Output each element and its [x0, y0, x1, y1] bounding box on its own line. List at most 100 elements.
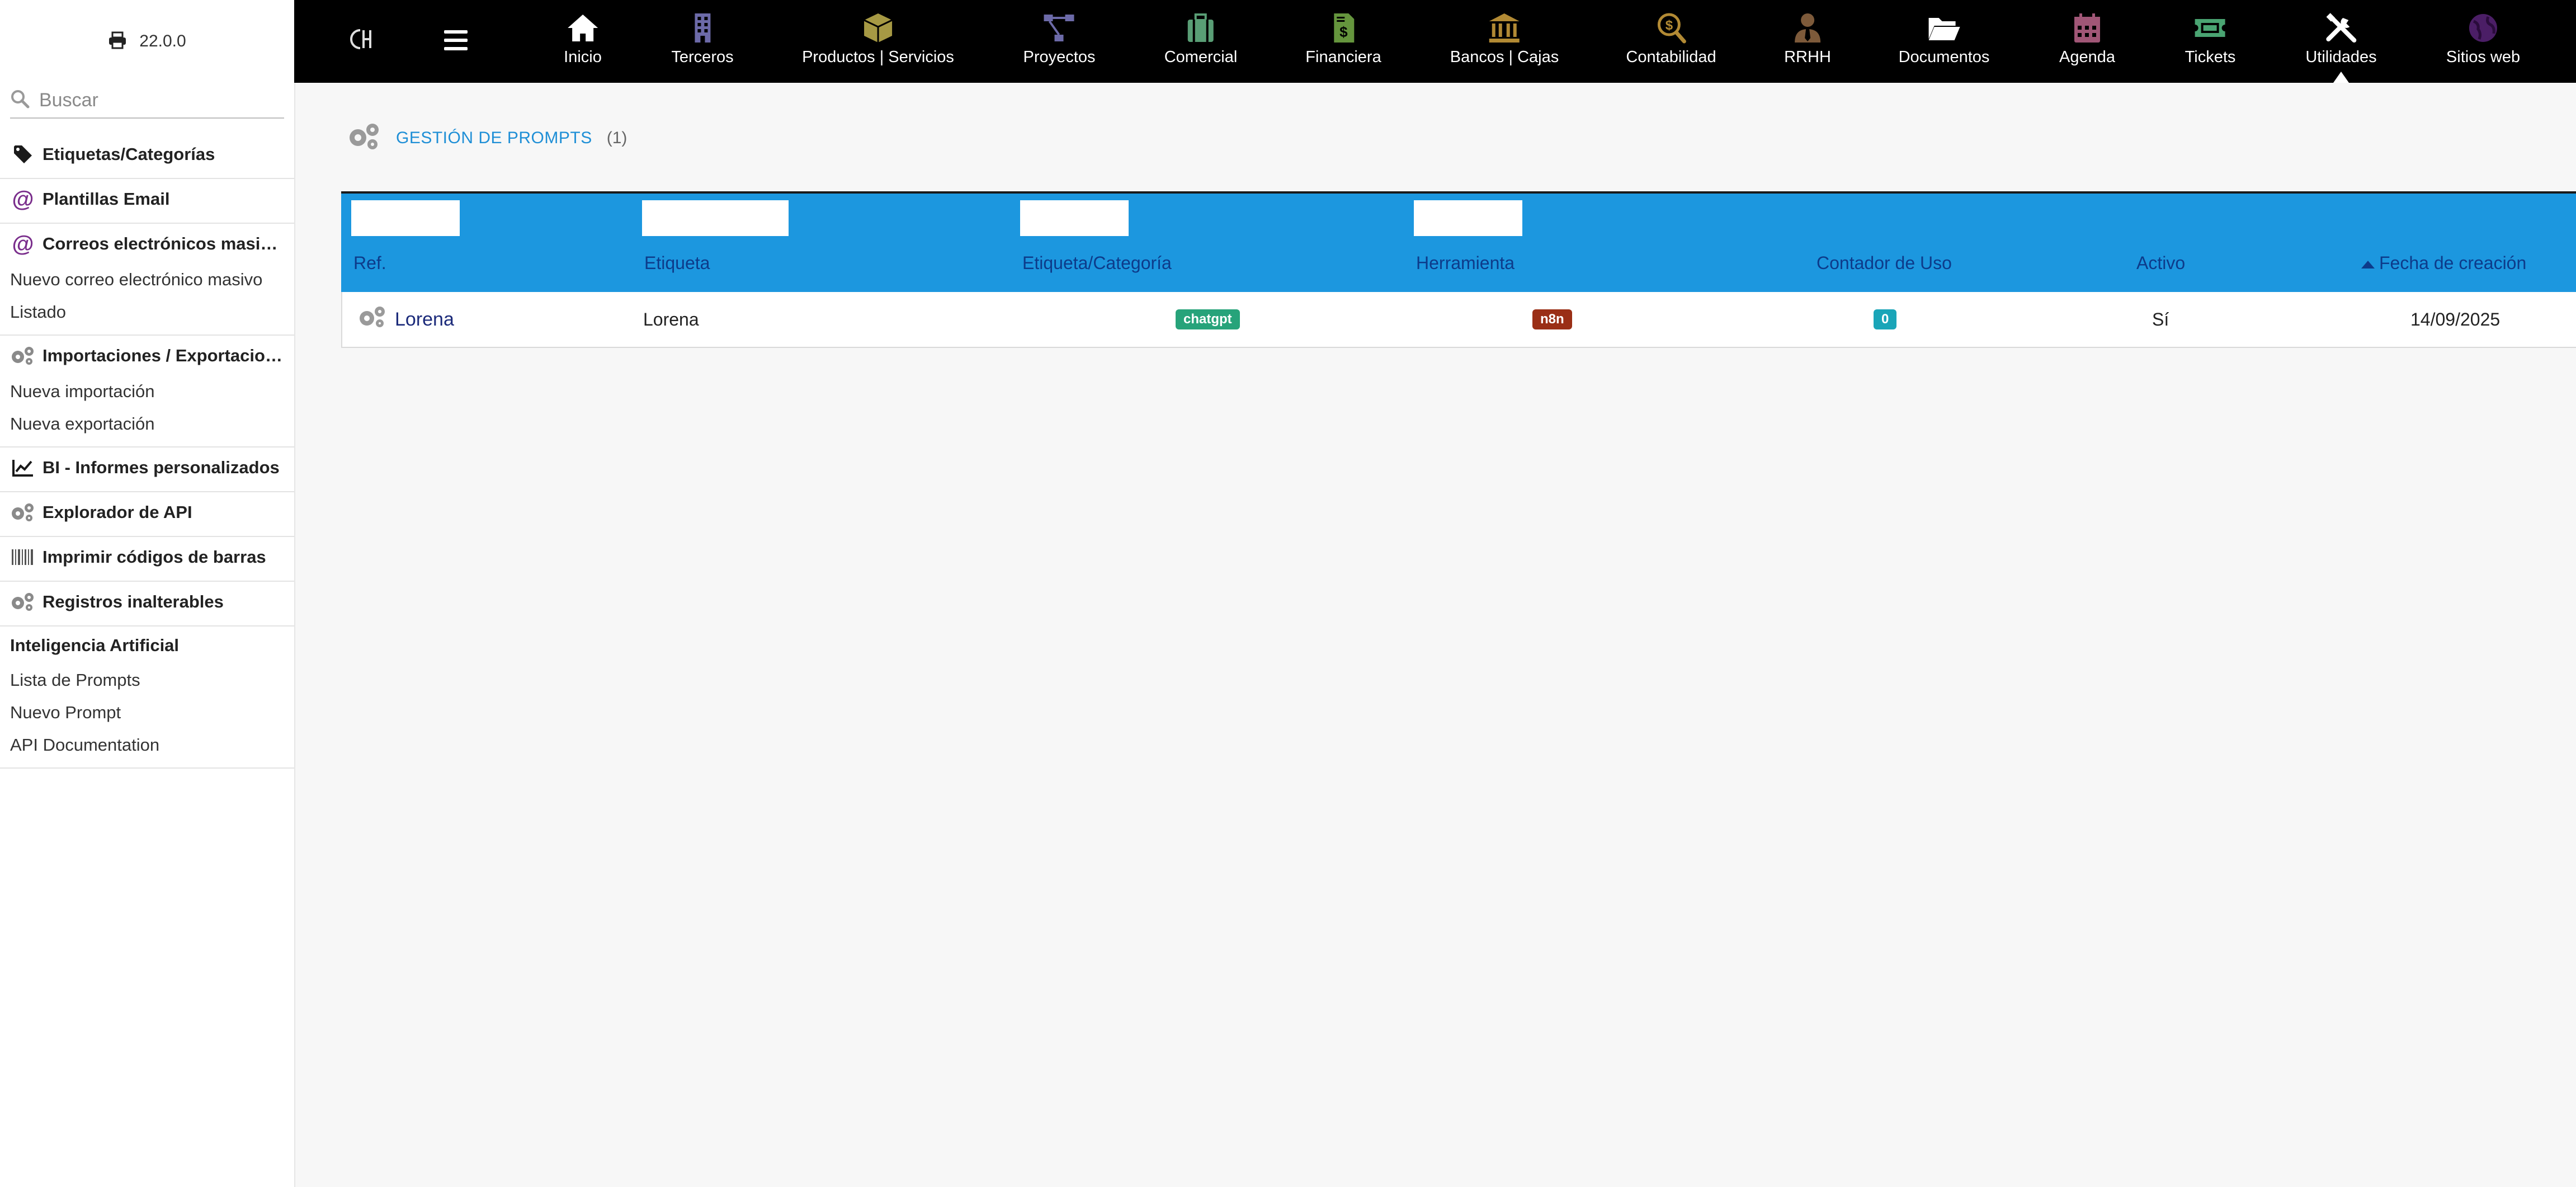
sidebar-section-tags: Etiquetas/Categorías [0, 134, 294, 179]
sidebar-link-mass-email-list[interactable]: Listado [10, 302, 284, 322]
active-nav-indicator [2333, 72, 2349, 83]
nav-terceros[interactable]: Terceros [671, 12, 734, 74]
sidebar-section-ai: Inteligencia Artificial Lista de Prompts… [0, 627, 294, 769]
tool-badge: n8n [1532, 309, 1572, 329]
svg-text:$: $ [1665, 18, 1673, 33]
gears-icon [357, 305, 388, 334]
nav-tickets[interactable]: Tickets [2185, 12, 2235, 74]
nav-utilidades[interactable]: Utilidades [2305, 12, 2377, 74]
nav-sitios-web[interactable]: Sitios web [2446, 12, 2520, 74]
search-icon [10, 89, 30, 112]
invoice-icon: $ [1334, 13, 1354, 43]
top-navigation-bar: Inicio Terceros Productos | Servicios Pr… [294, 0, 2576, 83]
nav-documentos[interactable]: Documentos [1899, 12, 1989, 74]
search-dollar-icon: $ [1657, 13, 1686, 44]
version-label: 22.0.0 [139, 32, 186, 50]
sidebar-link-new-export[interactable]: Nueva exportación [10, 414, 284, 434]
sidebar-item-barcodes[interactable]: Imprimir códigos de barras [10, 546, 284, 568]
page-title: GESTIÓN DE PROMPTS (1) [347, 121, 627, 155]
nav-financiera[interactable]: $ Financiera [1305, 12, 1381, 74]
cell-herramienta: n8n [1532, 292, 1572, 347]
main-content: GESTIÓN DE PROMPTS (1) Ref. Etiqueta Eti… [295, 83, 2576, 1187]
nav-productos-servicios[interactable]: Productos | Servicios [802, 12, 954, 74]
hamburger-menu-icon[interactable] [444, 30, 468, 50]
globe-icon [2469, 14, 2497, 42]
svg-text:$: $ [1339, 23, 1348, 40]
company-logo[interactable] [348, 25, 377, 54]
column-header-activo[interactable]: Activo [2136, 253, 2185, 274]
sidebar-item-imports[interactable]: Importaciones / Exportaciones [10, 345, 284, 367]
sidebar-item-ai[interactable]: Inteligencia Artificial [10, 635, 284, 656]
cell-fecha: 14/09/2025 [2410, 309, 2500, 329]
search-input[interactable] [38, 88, 288, 112]
filter-herramienta-input[interactable] [1414, 200, 1522, 236]
cell-ref: Lorena [357, 292, 454, 347]
sidebar-item-mass-email[interactable]: @ Correos electrónicos masivos [10, 233, 284, 255]
line-chart-icon [10, 456, 36, 479]
ticket-icon [2195, 19, 2225, 37]
sidebar-link-new-prompt[interactable]: Nuevo Prompt [10, 703, 284, 723]
category-badge[interactable]: chatgpt [1176, 309, 1240, 329]
tools-icon [2326, 13, 2356, 43]
prompts-table: Ref. Etiqueta Etiqueta/Categoría Herrami… [341, 191, 2576, 348]
nav-proyectos[interactable]: Proyectos [1023, 12, 1095, 74]
sidebar-item-bi[interactable]: BI - Informes personalizados [10, 456, 284, 479]
gears-icon [10, 501, 36, 524]
sidebar-section-email-templates: @ Plantillas Email [0, 179, 294, 224]
sidebar-section-bi: BI - Informes personalizados [0, 448, 294, 492]
sidebar-link-api-docs[interactable]: API Documentation [10, 735, 284, 755]
filter-etiqueta-input[interactable] [642, 200, 789, 236]
sidebar-link-new-mass-email[interactable]: Nuevo correo electrónico masivo [10, 270, 284, 290]
sitemap-icon [1044, 15, 1074, 41]
gears-icon [10, 345, 36, 367]
column-header-herramienta[interactable]: Herramienta [1416, 253, 1515, 274]
sidebar-header: 22.0.0 [0, 0, 294, 83]
column-header-fecha[interactable]: Fecha de creación [2361, 253, 2526, 274]
building-icon [694, 13, 710, 43]
filter-categoria-input[interactable] [1020, 200, 1129, 236]
column-header-contador[interactable]: Contador de Uso [1817, 253, 1952, 274]
nav-rrhh[interactable]: RRHH [1784, 12, 1831, 74]
filter-ref-input[interactable] [351, 200, 460, 236]
printer-icon[interactable] [108, 31, 127, 52]
nav-agenda[interactable]: Agenda [2059, 12, 2115, 74]
column-header-categoria[interactable]: Etiqueta/Categoría [1022, 253, 1172, 274]
cell-categoria: chatgpt [1176, 292, 1240, 347]
box-icon [864, 13, 893, 43]
sidebar-section-imports: Importaciones / Exportaciones Nueva impo… [0, 336, 294, 448]
sidebar-item-tags[interactable]: Etiquetas/Categorías [10, 143, 284, 166]
sidebar-section-barcodes: Imprimir códigos de barras [0, 537, 294, 582]
record-count: (1) [606, 128, 628, 147]
sidebar-item-email-templates[interactable]: @ Plantillas Email [10, 188, 284, 210]
sidebar-link-new-import[interactable]: Nueva importación [10, 381, 284, 402]
suitcase-icon [1188, 13, 1214, 42]
column-header-etiqueta[interactable]: Etiqueta [644, 253, 710, 274]
column-header-ref[interactable]: Ref. [353, 253, 386, 274]
gears-icon [10, 591, 36, 613]
sort-ascending-icon [2361, 260, 2375, 269]
calendar-icon [2074, 13, 2100, 43]
sidebar-search[interactable] [10, 83, 306, 119]
user-tie-icon [1795, 13, 1820, 43]
sidebar-item-unalterable-logs[interactable]: Registros inalterables [10, 591, 284, 613]
left-sidebar: 22.0.0 Etiquetas/Categorías @ Plantillas… [0, 0, 306, 1187]
usage-count-badge: 0 [1874, 309, 1897, 329]
nav-comercial[interactable]: Comercial [1164, 12, 1237, 74]
nav-contabilidad[interactable]: $ Contabilidad [1626, 12, 1716, 74]
table-header: Ref. Etiqueta Etiqueta/Categoría Herrami… [341, 191, 2576, 292]
sidebar-item-api-explorer[interactable]: Explorador de API [10, 501, 284, 524]
table-row: Lorena Lorena chatgpt n8n 0 Sí 14/09/202… [341, 292, 2576, 348]
page-title-text: GESTIÓN DE PROMPTS [396, 128, 592, 147]
sidebar-link-prompt-list[interactable]: Lista de Prompts [10, 670, 284, 690]
prompt-ref-link[interactable]: Lorena [395, 309, 454, 331]
cell-activo: Sí [2152, 309, 2169, 329]
folder-open-icon [1929, 18, 1960, 40]
cell-contador: 0 [1874, 292, 1897, 347]
nav-bancos-cajas[interactable]: Bancos | Cajas [1450, 12, 1559, 74]
nav-inicio[interactable]: Inicio [564, 12, 602, 74]
sidebar-section-api-explorer: Explorador de API [0, 492, 294, 537]
barcode-icon [10, 546, 36, 568]
at-icon: @ [12, 233, 34, 255]
sidebar-section-mass-email: @ Correos electrónicos masivos Nuevo cor… [0, 224, 294, 336]
tag-icon [10, 143, 36, 166]
